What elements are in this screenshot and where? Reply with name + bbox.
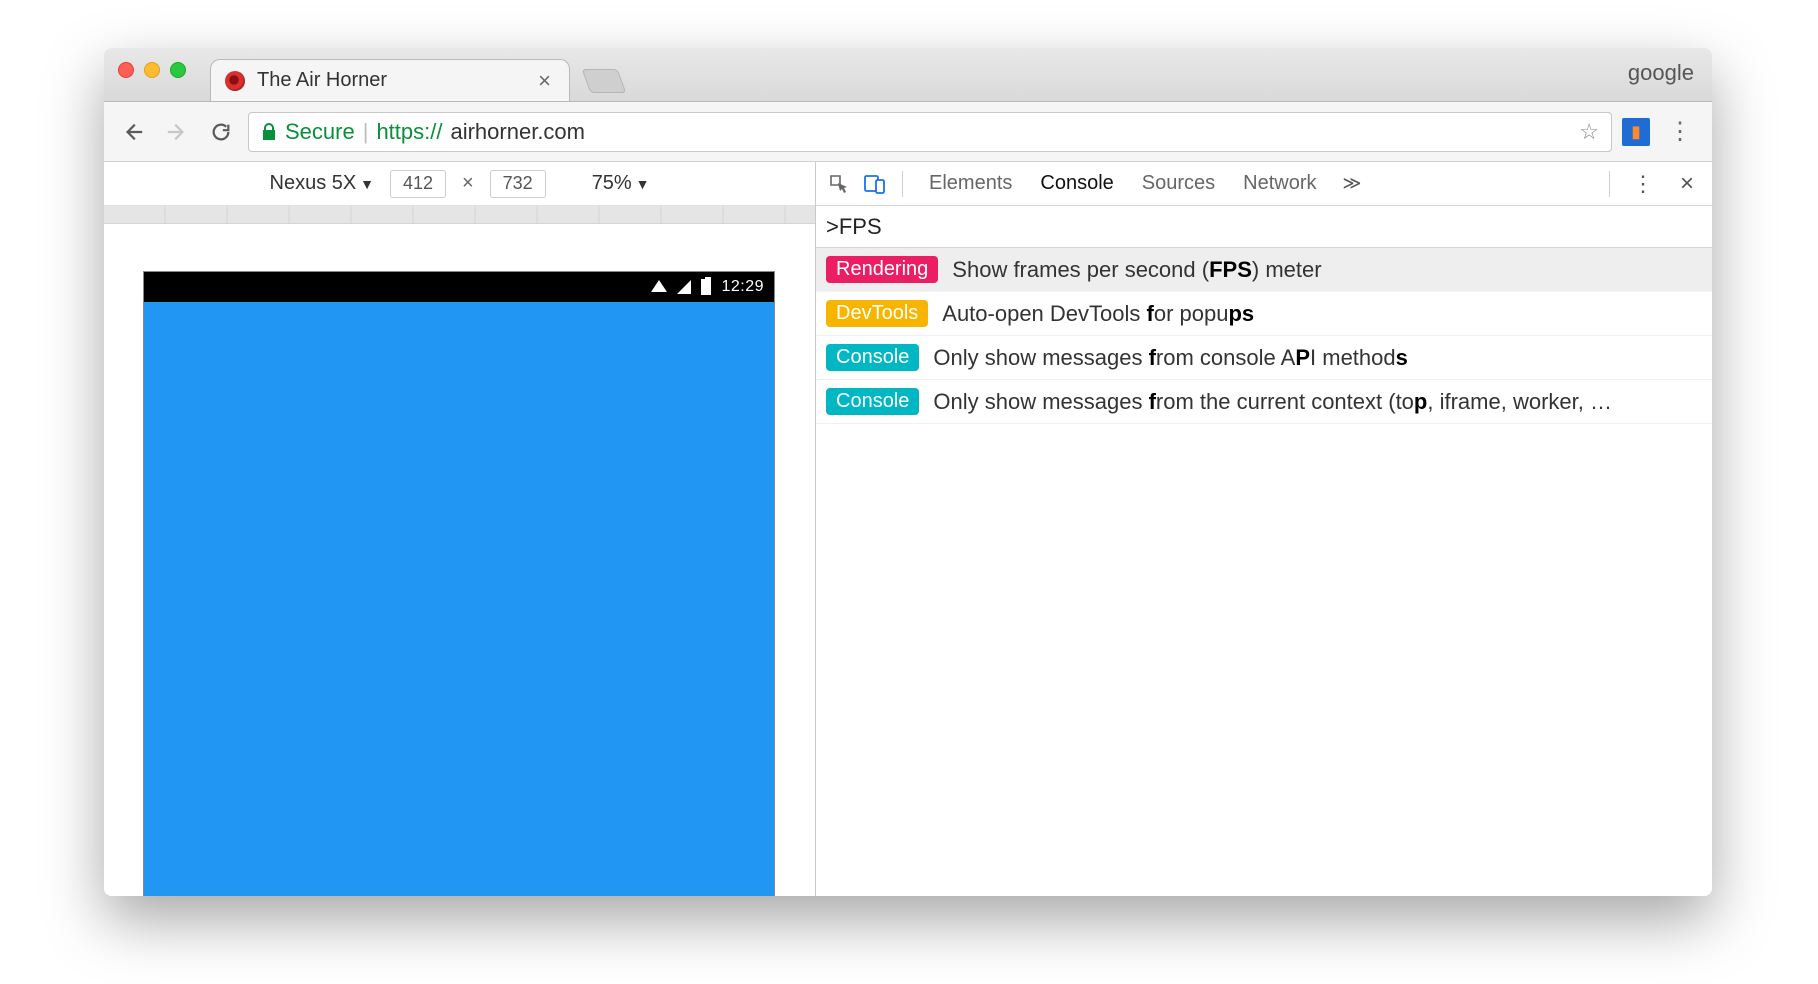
devtools-tab-network[interactable]: Network	[1229, 164, 1330, 203]
command-category-badge: Rendering	[826, 256, 938, 283]
phone-frame: 12:29	[144, 272, 774, 896]
cell-signal-icon	[677, 280, 691, 294]
command-label: Show frames per second (FPS) meter	[952, 257, 1321, 283]
arrow-right-icon	[166, 121, 188, 143]
android-status-bar: 12:29	[144, 272, 774, 302]
separator: |	[363, 119, 369, 145]
device-toolbar: Nexus 5X × 75%	[104, 162, 815, 206]
back-button[interactable]	[116, 115, 150, 149]
command-menu-item[interactable]: Console Only show messages from the curre…	[816, 380, 1712, 424]
chrome-menu-button[interactable]: ⋮	[1660, 117, 1700, 146]
content-split: Nexus 5X × 75% 12:29	[104, 162, 1712, 896]
inspect-element-button[interactable]	[824, 169, 854, 199]
ruler	[104, 206, 815, 224]
url-protocol: https://	[376, 119, 442, 145]
command-category-badge: DevTools	[826, 300, 928, 327]
window-minimize-button[interactable]	[144, 62, 160, 78]
command-menu-item[interactable]: Rendering Show frames per second (FPS) me…	[816, 248, 1712, 292]
profile-label[interactable]: google	[1628, 60, 1694, 86]
browser-tab[interactable]: The Air Horner ×	[210, 59, 570, 101]
tab-favicon	[225, 71, 245, 91]
devtools-tab-elements[interactable]: Elements	[915, 164, 1026, 203]
forward-button[interactable]	[160, 115, 194, 149]
window-controls	[118, 62, 186, 78]
device-select[interactable]: Nexus 5X	[270, 172, 374, 195]
lighthouse-extension-icon[interactable]: ▮	[1622, 118, 1650, 146]
divider	[902, 171, 903, 197]
devtools-menu-button[interactable]: ⋮	[1622, 171, 1664, 197]
devices-icon	[864, 174, 886, 194]
window-zoom-button[interactable]	[170, 62, 186, 78]
command-category-badge: Console	[826, 388, 919, 415]
battery-icon	[701, 279, 711, 295]
dim-separator: ×	[462, 172, 474, 195]
titlebar: The Air Horner × google	[104, 48, 1712, 102]
new-tab-button[interactable]	[582, 69, 627, 93]
device-width-input[interactable]	[390, 170, 446, 198]
device-height-input[interactable]	[490, 170, 546, 198]
reload-icon	[210, 121, 232, 143]
url-toolbar: Secure | https:// airhorner.com ☆ ▮ ⋮	[104, 102, 1712, 162]
command-label: Only show messages from the current cont…	[933, 389, 1612, 415]
window-close-button[interactable]	[118, 62, 134, 78]
tab-title: The Air Horner	[257, 69, 522, 92]
command-menu-input[interactable]: >FPS	[826, 214, 882, 240]
command-menu-list: Rendering Show frames per second (FPS) me…	[816, 248, 1712, 424]
zoom-select[interactable]: 75%	[592, 172, 650, 195]
devtools-pane: ElementsConsoleSourcesNetwork ≫ ⋮ × >FPS…	[816, 162, 1712, 896]
status-time: 12:29	[721, 278, 764, 296]
devtools-tabbar: ElementsConsoleSourcesNetwork ≫ ⋮ ×	[816, 162, 1712, 206]
secure-label: Secure	[285, 119, 355, 145]
command-category-badge: Console	[826, 344, 919, 371]
wifi-icon	[651, 280, 667, 292]
devtools-close-button[interactable]: ×	[1670, 170, 1704, 198]
devtools-tab-sources[interactable]: Sources	[1128, 164, 1229, 203]
divider	[1609, 171, 1610, 197]
devtools-tab-console[interactable]: Console	[1026, 164, 1127, 203]
device-mode-pane: Nexus 5X × 75% 12:29	[104, 162, 816, 896]
omnibox[interactable]: Secure | https:// airhorner.com ☆	[248, 112, 1612, 152]
command-label: Auto-open DevTools for popups	[942, 301, 1254, 327]
browser-window: The Air Horner × google Secure | https:/…	[104, 48, 1712, 896]
tab-close-button[interactable]: ×	[534, 68, 555, 94]
emulated-viewport[interactable]: 12:29	[104, 224, 815, 896]
command-menu-input-row[interactable]: >FPS	[816, 206, 1712, 248]
command-label: Only show messages from console API meth…	[933, 345, 1407, 371]
arrow-left-icon	[122, 121, 144, 143]
tabs-overflow-button[interactable]: ≫	[1337, 173, 1368, 194]
command-menu-item[interactable]: DevTools Auto-open DevTools for popups	[816, 292, 1712, 336]
inspect-icon	[829, 174, 849, 194]
lock-icon	[261, 123, 277, 141]
command-menu-item[interactable]: Console Only show messages from console A…	[816, 336, 1712, 380]
bookmark-star-icon[interactable]: ☆	[1579, 119, 1599, 145]
device-mode-toggle[interactable]	[860, 169, 890, 199]
url-host: airhorner.com	[450, 119, 585, 145]
reload-button[interactable]	[204, 115, 238, 149]
